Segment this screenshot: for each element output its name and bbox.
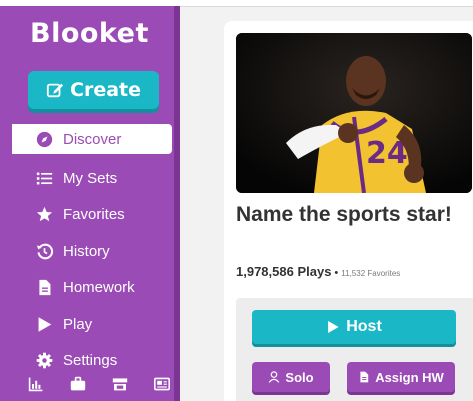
blooket-logo[interactable]: Blooket	[30, 18, 149, 49]
sidebar-item-label: Homework	[63, 279, 135, 297]
sidebar-item-favorites[interactable]: Favorites	[12, 197, 172, 234]
edit-icon	[46, 83, 64, 98]
sidebar-item-homework[interactable]: Homework	[12, 270, 172, 307]
create-label: Create	[70, 79, 141, 101]
list-icon	[36, 172, 53, 185]
plays-count: 1,978,586 Plays	[236, 264, 332, 279]
document-icon	[39, 280, 51, 296]
star-icon	[36, 207, 53, 222]
sidebar-item-label: Settings	[63, 352, 118, 370]
sidebar-bottom-icons	[28, 376, 170, 392]
sidebar-item-label: Play	[63, 315, 93, 333]
compass-icon	[36, 131, 53, 147]
sidebar-item-label: Discover	[63, 130, 122, 148]
sidebar-item-settings[interactable]: Settings	[12, 343, 172, 380]
user-icon	[269, 371, 280, 383]
create-button[interactable]: Create	[28, 71, 159, 109]
play-icon	[38, 317, 52, 332]
assign-hw-label: Assign HW	[375, 369, 444, 385]
favorites-count: 11,532 Favorites	[341, 269, 401, 278]
set-title: Name the sports star!	[236, 203, 452, 226]
sidebar-item-my-sets[interactable]: My Sets	[12, 160, 172, 197]
sidebar-item-label: Favorites	[63, 206, 125, 224]
sidebar-item-discover[interactable]: Discover	[12, 124, 172, 154]
play-icon	[328, 321, 339, 333]
briefcase-icon[interactable]	[70, 376, 86, 392]
sidebar-item-label: History	[63, 242, 110, 260]
host-button[interactable]: Host	[252, 310, 456, 344]
gear-icon	[36, 352, 53, 369]
history-icon	[36, 243, 53, 260]
store-icon[interactable]	[112, 376, 128, 392]
sidebar-item-history[interactable]: History	[12, 233, 172, 270]
document-icon	[360, 371, 369, 383]
assign-hw-button[interactable]: Assign HW	[347, 362, 455, 392]
chart-icon[interactable]	[28, 376, 44, 392]
sidebar-item-play[interactable]: Play	[12, 306, 172, 343]
solo-label: Solo	[285, 369, 314, 385]
solo-button[interactable]: Solo	[252, 362, 330, 392]
sidebar-item-label: My Sets	[63, 169, 118, 187]
sidebar-edge	[174, 6, 180, 401]
stats-separator: •	[334, 267, 339, 279]
host-label: Host	[346, 318, 382, 335]
basketball-player-image: 24	[236, 33, 472, 193]
sidebar: Blooket Create Discover My Sets Favorite…	[0, 6, 180, 401]
set-cover-image: 24	[236, 33, 472, 193]
sidebar-nav: Discover My Sets Favorites History Homew…	[12, 124, 172, 379]
set-stats: 1,978,586 Plays • 11,532 Favorites	[236, 263, 400, 281]
news-icon[interactable]	[154, 376, 170, 392]
